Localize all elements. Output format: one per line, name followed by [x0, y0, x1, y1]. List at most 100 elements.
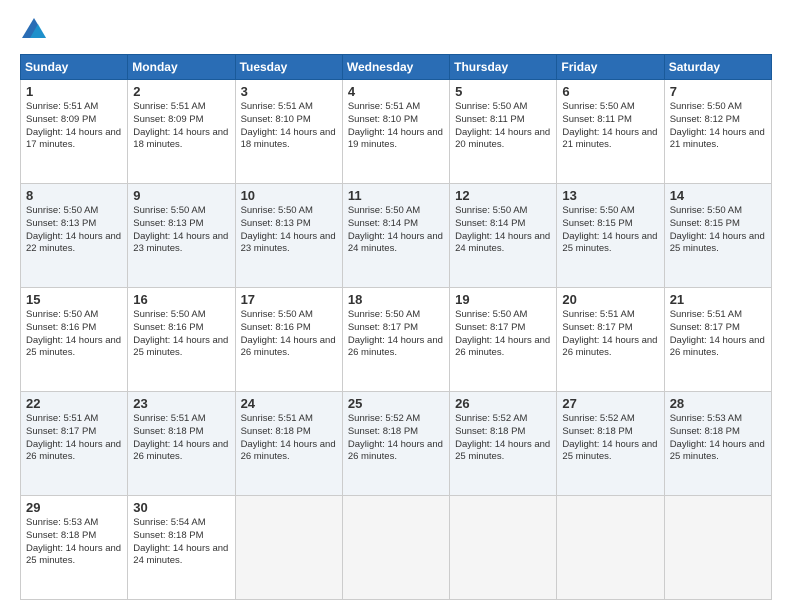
- cell-info: Sunrise: 5:50 AMSunset: 8:13 PMDaylight:…: [26, 205, 121, 254]
- calendar-cell: 25 Sunrise: 5:52 AMSunset: 8:18 PMDayligh…: [342, 392, 449, 496]
- logo: [20, 16, 52, 44]
- cell-info: Sunrise: 5:51 AMSunset: 8:09 PMDaylight:…: [26, 101, 121, 150]
- day-number: 27: [562, 396, 658, 411]
- cell-info: Sunrise: 5:51 AMSunset: 8:09 PMDaylight:…: [133, 101, 228, 150]
- cell-info: Sunrise: 5:51 AMSunset: 8:17 PMDaylight:…: [26, 413, 121, 462]
- logo-icon: [20, 16, 48, 44]
- cell-info: Sunrise: 5:50 AMSunset: 8:15 PMDaylight:…: [562, 205, 657, 254]
- calendar-cell: 6Sunrise: 5:50 AMSunset: 8:11 PMDaylight…: [557, 80, 664, 184]
- cell-info: Sunrise: 5:50 AMSunset: 8:11 PMDaylight:…: [562, 101, 657, 150]
- calendar-cell: 13 Sunrise: 5:50 AMSunset: 8:15 PMDayligh…: [557, 184, 664, 288]
- cell-info: Sunrise: 5:51 AMSunset: 8:10 PMDaylight:…: [348, 101, 443, 150]
- calendar-cell: 3 Sunrise: 5:51 AMSunset: 8:10 PMDaylight…: [235, 80, 342, 184]
- cell-info: Sunrise: 5:50 AMSunset: 8:15 PMDaylight:…: [670, 205, 765, 254]
- calendar-cell: 9 Sunrise: 5:50 AMSunset: 8:13 PMDaylight…: [128, 184, 235, 288]
- day-number: 20: [562, 292, 658, 307]
- cell-info: Sunrise: 5:50 AMSunset: 8:13 PMDaylight:…: [133, 205, 228, 254]
- calendar-cell: 10Sunrise: 5:50 AMSunset: 8:13 PMDayligh…: [235, 184, 342, 288]
- calendar-cell: [557, 496, 664, 600]
- calendar-cell: 26Sunrise: 5:52 AMSunset: 8:18 PMDayligh…: [450, 392, 557, 496]
- cell-info: Sunrise: 5:52 AMSunset: 8:18 PMDaylight:…: [348, 413, 443, 462]
- day-number: 9: [133, 188, 229, 203]
- calendar-week-3: 15 Sunrise: 5:50 AMSunset: 8:16 PMDayligh…: [21, 288, 772, 392]
- header-sunday: Sunday: [21, 55, 128, 80]
- calendar-cell: 23 Sunrise: 5:51 AMSunset: 8:18 PMDayligh…: [128, 392, 235, 496]
- calendar-cell: 20 Sunrise: 5:51 AMSunset: 8:17 PMDayligh…: [557, 288, 664, 392]
- calendar-cell: 28 Sunrise: 5:53 AMSunset: 8:18 PMDayligh…: [664, 392, 771, 496]
- header-thursday: Thursday: [450, 55, 557, 80]
- calendar-cell: 12 Sunrise: 5:50 AMSunset: 8:14 PMDayligh…: [450, 184, 557, 288]
- calendar-cell: 22Sunrise: 5:51 AMSunset: 8:17 PMDayligh…: [21, 392, 128, 496]
- day-number: 16: [133, 292, 229, 307]
- calendar-cell: 24 Sunrise: 5:51 AMSunset: 8:18 PMDayligh…: [235, 392, 342, 496]
- cell-info: Sunrise: 5:51 AMSunset: 8:18 PMDaylight:…: [241, 413, 336, 462]
- day-number: 4: [348, 84, 444, 99]
- day-number: 11: [348, 188, 444, 203]
- day-number: 15: [26, 292, 122, 307]
- calendar-cell: 19 Sunrise: 5:50 AMSunset: 8:17 PMDayligh…: [450, 288, 557, 392]
- day-number: 14: [670, 188, 766, 203]
- cell-info: Sunrise: 5:51 AMSunset: 8:17 PMDaylight:…: [670, 309, 765, 358]
- cell-info: Sunrise: 5:54 AMSunset: 8:18 PMDaylight:…: [133, 517, 228, 566]
- calendar-cell: [664, 496, 771, 600]
- cell-info: Sunrise: 5:50 AMSunset: 8:12 PMDaylight:…: [670, 101, 765, 150]
- calendar-header-row: Sunday Monday Tuesday Wednesday Thursday…: [21, 55, 772, 80]
- header-saturday: Saturday: [664, 55, 771, 80]
- day-number: 24: [241, 396, 337, 411]
- calendar-cell: 11 Sunrise: 5:50 AMSunset: 8:14 PMDayligh…: [342, 184, 449, 288]
- calendar-cell: 29 Sunrise: 5:53 AMSunset: 8:18 PMDayligh…: [21, 496, 128, 600]
- day-number: 7: [670, 84, 766, 99]
- header: [20, 16, 772, 44]
- header-tuesday: Tuesday: [235, 55, 342, 80]
- calendar-cell: 18 Sunrise: 5:50 AMSunset: 8:17 PMDayligh…: [342, 288, 449, 392]
- day-number: 1: [26, 84, 122, 99]
- cell-info: Sunrise: 5:51 AMSunset: 8:17 PMDaylight:…: [562, 309, 657, 358]
- day-number: 25: [348, 396, 444, 411]
- calendar-week-2: 8Sunrise: 5:50 AMSunset: 8:13 PMDaylight…: [21, 184, 772, 288]
- cell-info: Sunrise: 5:50 AMSunset: 8:14 PMDaylight:…: [455, 205, 550, 254]
- header-monday: Monday: [128, 55, 235, 80]
- cell-info: Sunrise: 5:50 AMSunset: 8:16 PMDaylight:…: [241, 309, 336, 358]
- calendar-cell: 15Sunrise: 5:50 AMSunset: 8:16 PMDayligh…: [21, 288, 128, 392]
- cell-info: Sunrise: 5:50 AMSunset: 8:17 PMDaylight:…: [455, 309, 550, 358]
- calendar-cell: [450, 496, 557, 600]
- day-number: 18: [348, 292, 444, 307]
- day-number: 28: [670, 396, 766, 411]
- calendar-cell: 14 Sunrise: 5:50 AMSunset: 8:15 PMDayligh…: [664, 184, 771, 288]
- calendar-week-4: 22Sunrise: 5:51 AMSunset: 8:17 PMDayligh…: [21, 392, 772, 496]
- day-number: 23: [133, 396, 229, 411]
- calendar-cell: [342, 496, 449, 600]
- page: Sunday Monday Tuesday Wednesday Thursday…: [0, 0, 792, 612]
- calendar-cell: 7 Sunrise: 5:50 AMSunset: 8:12 PMDaylight…: [664, 80, 771, 184]
- cell-info: Sunrise: 5:53 AMSunset: 8:18 PMDaylight:…: [26, 517, 121, 566]
- cell-info: Sunrise: 5:51 AMSunset: 8:18 PMDaylight:…: [133, 413, 228, 462]
- calendar-cell: 1 Sunrise: 5:51 AMSunset: 8:09 PMDaylight…: [21, 80, 128, 184]
- calendar-cell: 8Sunrise: 5:50 AMSunset: 8:13 PMDaylight…: [21, 184, 128, 288]
- calendar-table: Sunday Monday Tuesday Wednesday Thursday…: [20, 54, 772, 600]
- day-number: 13: [562, 188, 658, 203]
- header-wednesday: Wednesday: [342, 55, 449, 80]
- day-number: 12: [455, 188, 551, 203]
- cell-info: Sunrise: 5:52 AMSunset: 8:18 PMDaylight:…: [562, 413, 657, 462]
- cell-info: Sunrise: 5:50 AMSunset: 8:11 PMDaylight:…: [455, 101, 550, 150]
- header-friday: Friday: [557, 55, 664, 80]
- cell-info: Sunrise: 5:50 AMSunset: 8:17 PMDaylight:…: [348, 309, 443, 358]
- calendar-cell: 2 Sunrise: 5:51 AMSunset: 8:09 PMDaylight…: [128, 80, 235, 184]
- calendar-cell: 5Sunrise: 5:50 AMSunset: 8:11 PMDaylight…: [450, 80, 557, 184]
- day-number: 19: [455, 292, 551, 307]
- cell-info: Sunrise: 5:50 AMSunset: 8:14 PMDaylight:…: [348, 205, 443, 254]
- cell-info: Sunrise: 5:53 AMSunset: 8:18 PMDaylight:…: [670, 413, 765, 462]
- day-number: 29: [26, 500, 122, 515]
- calendar-cell: 30 Sunrise: 5:54 AMSunset: 8:18 PMDayligh…: [128, 496, 235, 600]
- calendar-cell: 21 Sunrise: 5:51 AMSunset: 8:17 PMDayligh…: [664, 288, 771, 392]
- calendar-cell: 16Sunrise: 5:50 AMSunset: 8:16 PMDayligh…: [128, 288, 235, 392]
- calendar-cell: 4 Sunrise: 5:51 AMSunset: 8:10 PMDaylight…: [342, 80, 449, 184]
- day-number: 30: [133, 500, 229, 515]
- day-number: 2: [133, 84, 229, 99]
- cell-info: Sunrise: 5:51 AMSunset: 8:10 PMDaylight:…: [241, 101, 336, 150]
- day-number: 21: [670, 292, 766, 307]
- day-number: 3: [241, 84, 337, 99]
- day-number: 26: [455, 396, 551, 411]
- calendar-week-1: 1 Sunrise: 5:51 AMSunset: 8:09 PMDaylight…: [21, 80, 772, 184]
- cell-info: Sunrise: 5:50 AMSunset: 8:13 PMDaylight:…: [241, 205, 336, 254]
